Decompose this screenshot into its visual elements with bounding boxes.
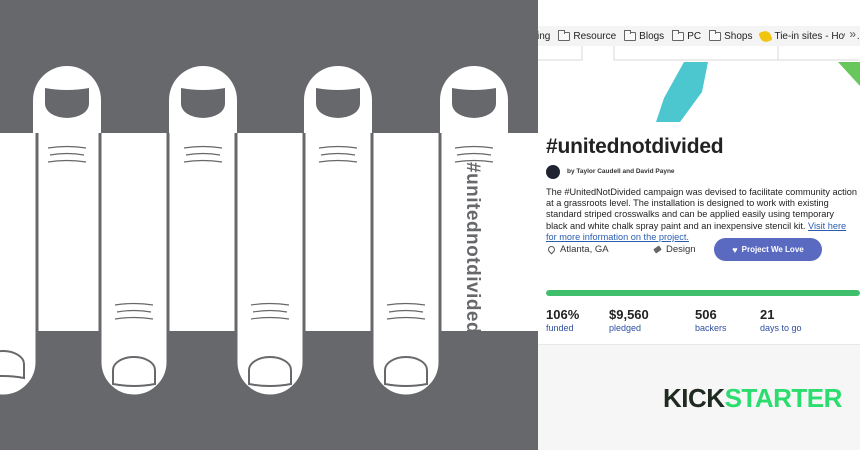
stat-value: 21 — [760, 307, 775, 322]
location-label: Atlanta, GA — [560, 244, 609, 255]
bookmark-shops[interactable]: Shops — [709, 29, 753, 42]
bookmark-label: Shops — [724, 30, 753, 42]
stat-value: 506 — [695, 307, 717, 322]
bookmark-blogs[interactable]: Blogs — [624, 29, 665, 42]
creator-avatar[interactable] — [546, 165, 560, 179]
kickstarter-logo: KICKSTARTER — [663, 385, 842, 411]
stat-label: days to go — [760, 323, 802, 333]
bottom-finger-1 — [0, 133, 39, 398]
folder-icon — [672, 29, 685, 41]
stat-value: $9,560 — [609, 307, 649, 322]
location-pin-icon — [546, 244, 557, 255]
stat-label: pledged — [609, 323, 642, 333]
funding-progress-fill — [546, 290, 860, 296]
project-meta: Atlanta, GA Design ♥ Project We Love — [546, 238, 860, 262]
bottom-finger-4 — [370, 133, 442, 398]
top-finger-3 — [304, 66, 372, 331]
bookmark-resource[interactable]: Resource — [558, 29, 617, 42]
creator-byline[interactable]: by Taylor Caudell and David Payne — [567, 168, 675, 175]
project-title: #unitednotdivided — [546, 135, 724, 158]
bookmark-truncated[interactable]: ing — [538, 31, 550, 42]
more-bookmarks-button[interactable]: » — [845, 27, 856, 41]
hero-graphic — [538, 46, 860, 122]
bookmark-label: Blogs — [639, 30, 665, 42]
stat-pledged: $9,560 pledged — [609, 307, 649, 333]
stat-days-to-go: 21 days to go — [760, 307, 802, 333]
project-we-love-badge[interactable]: ♥ Project We Love — [714, 238, 822, 261]
folder-icon — [558, 29, 571, 41]
bookmarks-bar: ing Resource Blogs PC Shops Tie-in sites… — [538, 26, 860, 46]
category-label: Design — [666, 244, 696, 255]
tag-icon — [653, 245, 662, 254]
stencil-artwork: #unitednotdivided — [0, 0, 538, 450]
top-finger-2 — [169, 66, 237, 331]
heart-icon: ♥ — [732, 244, 738, 255]
bookmark-label: Resource — [573, 30, 617, 42]
logo-part-starter: STARTER — [724, 383, 843, 413]
bottom-finger-2 — [98, 133, 170, 398]
stat-label: backers — [695, 323, 727, 333]
category-link[interactable]: Design — [653, 244, 696, 255]
project-description: The #UnitedNotDivided campaign was devis… — [546, 187, 858, 243]
stat-backers: 506 backers — [695, 307, 727, 333]
funding-progress-bar — [546, 290, 860, 296]
stat-label: funded — [546, 323, 574, 333]
location-link[interactable]: Atlanta, GA — [546, 244, 609, 255]
bottom-finger-3 — [234, 133, 306, 398]
folder-icon — [624, 29, 637, 41]
kickstarter-page: ing Resource Blogs PC Shops Tie-in sites… — [538, 0, 860, 450]
bookmark-pc[interactable]: PC — [672, 29, 702, 42]
bookmark-label: ing — [538, 30, 551, 42]
top-finger-1 — [33, 66, 101, 331]
stat-value: 106% — [546, 307, 580, 322]
bookmark-label: PC — [687, 30, 702, 42]
vertical-hashtag: #unitednotdivided — [462, 161, 483, 335]
logo-part-kick: KICK — [663, 383, 725, 413]
badge-label: Project We Love — [741, 245, 804, 254]
project-hero-image[interactable] — [538, 46, 860, 122]
folder-icon — [709, 29, 722, 41]
tie-icon — [758, 28, 774, 44]
stat-funded: 106% funded — [546, 307, 579, 333]
